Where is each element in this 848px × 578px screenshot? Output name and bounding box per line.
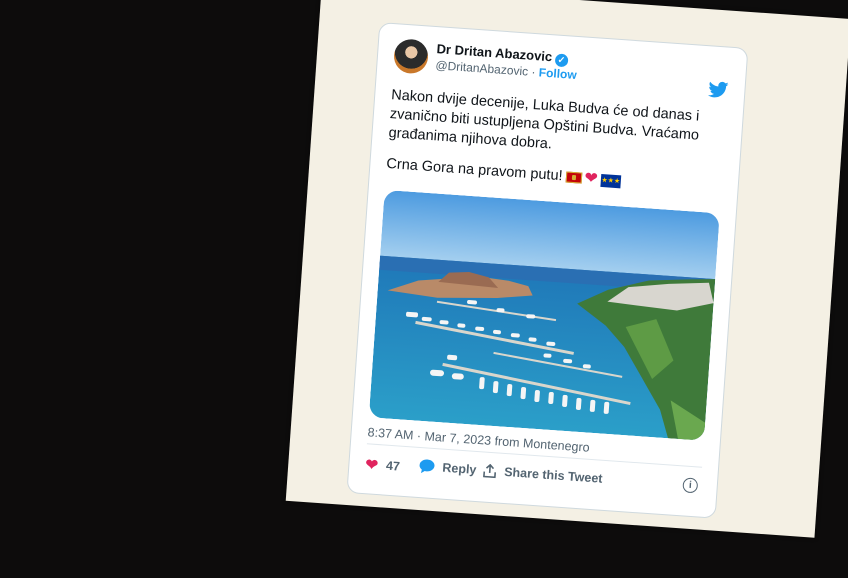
avatar[interactable]: [392, 38, 430, 75]
montenegro-flag-icon: [565, 171, 582, 184]
aerial-marina-image: [368, 189, 720, 441]
tweet-date: Mar 7, 2023: [424, 429, 492, 448]
eu-flag-icon: ★★★: [600, 173, 622, 189]
red-heart-icon: ❤: [583, 169, 599, 188]
follow-button[interactable]: Follow: [538, 65, 577, 82]
emoji-group: ❤ ★★★: [565, 169, 622, 189]
reply-button[interactable]: Reply: [419, 459, 477, 477]
heart-icon: ❤: [364, 456, 379, 475]
upload-icon: [483, 463, 497, 479]
twitter-bird-icon[interactable]: [707, 80, 729, 99]
share-label: Share this Tweet: [503, 464, 603, 486]
tweet-paragraph-1: Nakon dvije decenije, Luka Budva će od d…: [388, 87, 700, 153]
separator: ·: [416, 428, 422, 444]
like-count: 47: [385, 458, 401, 474]
tweet-actions: ❤ 47 Reply Share this Tweet i: [365, 455, 705, 494]
info-icon[interactable]: i: [682, 477, 699, 494]
share-button[interactable]: Share this Tweet: [483, 463, 603, 486]
speech-bubble-icon: [419, 459, 435, 474]
printed-page: Dr Dritan Abazovic ✓ @DritanAbazovic · Fo…: [285, 0, 848, 538]
separator: ·: [530, 64, 536, 80]
tweet-card[interactable]: Dr Dritan Abazovic ✓ @DritanAbazovic · Fo…: [346, 22, 749, 519]
tweet-paragraph-2: Crna Gora na pravom putu!: [385, 155, 564, 185]
like-button[interactable]: ❤ 47: [365, 455, 401, 475]
tweet-text: Nakon dvije decenije, Luka Budva će od d…: [385, 86, 721, 209]
reply-label: Reply: [441, 460, 477, 477]
verified-badge-icon: ✓: [554, 53, 569, 68]
tweet-time: 8:37 AM: [367, 425, 414, 443]
tweet-photo[interactable]: [368, 189, 720, 441]
tweet-source: from Montenegro: [494, 434, 591, 455]
